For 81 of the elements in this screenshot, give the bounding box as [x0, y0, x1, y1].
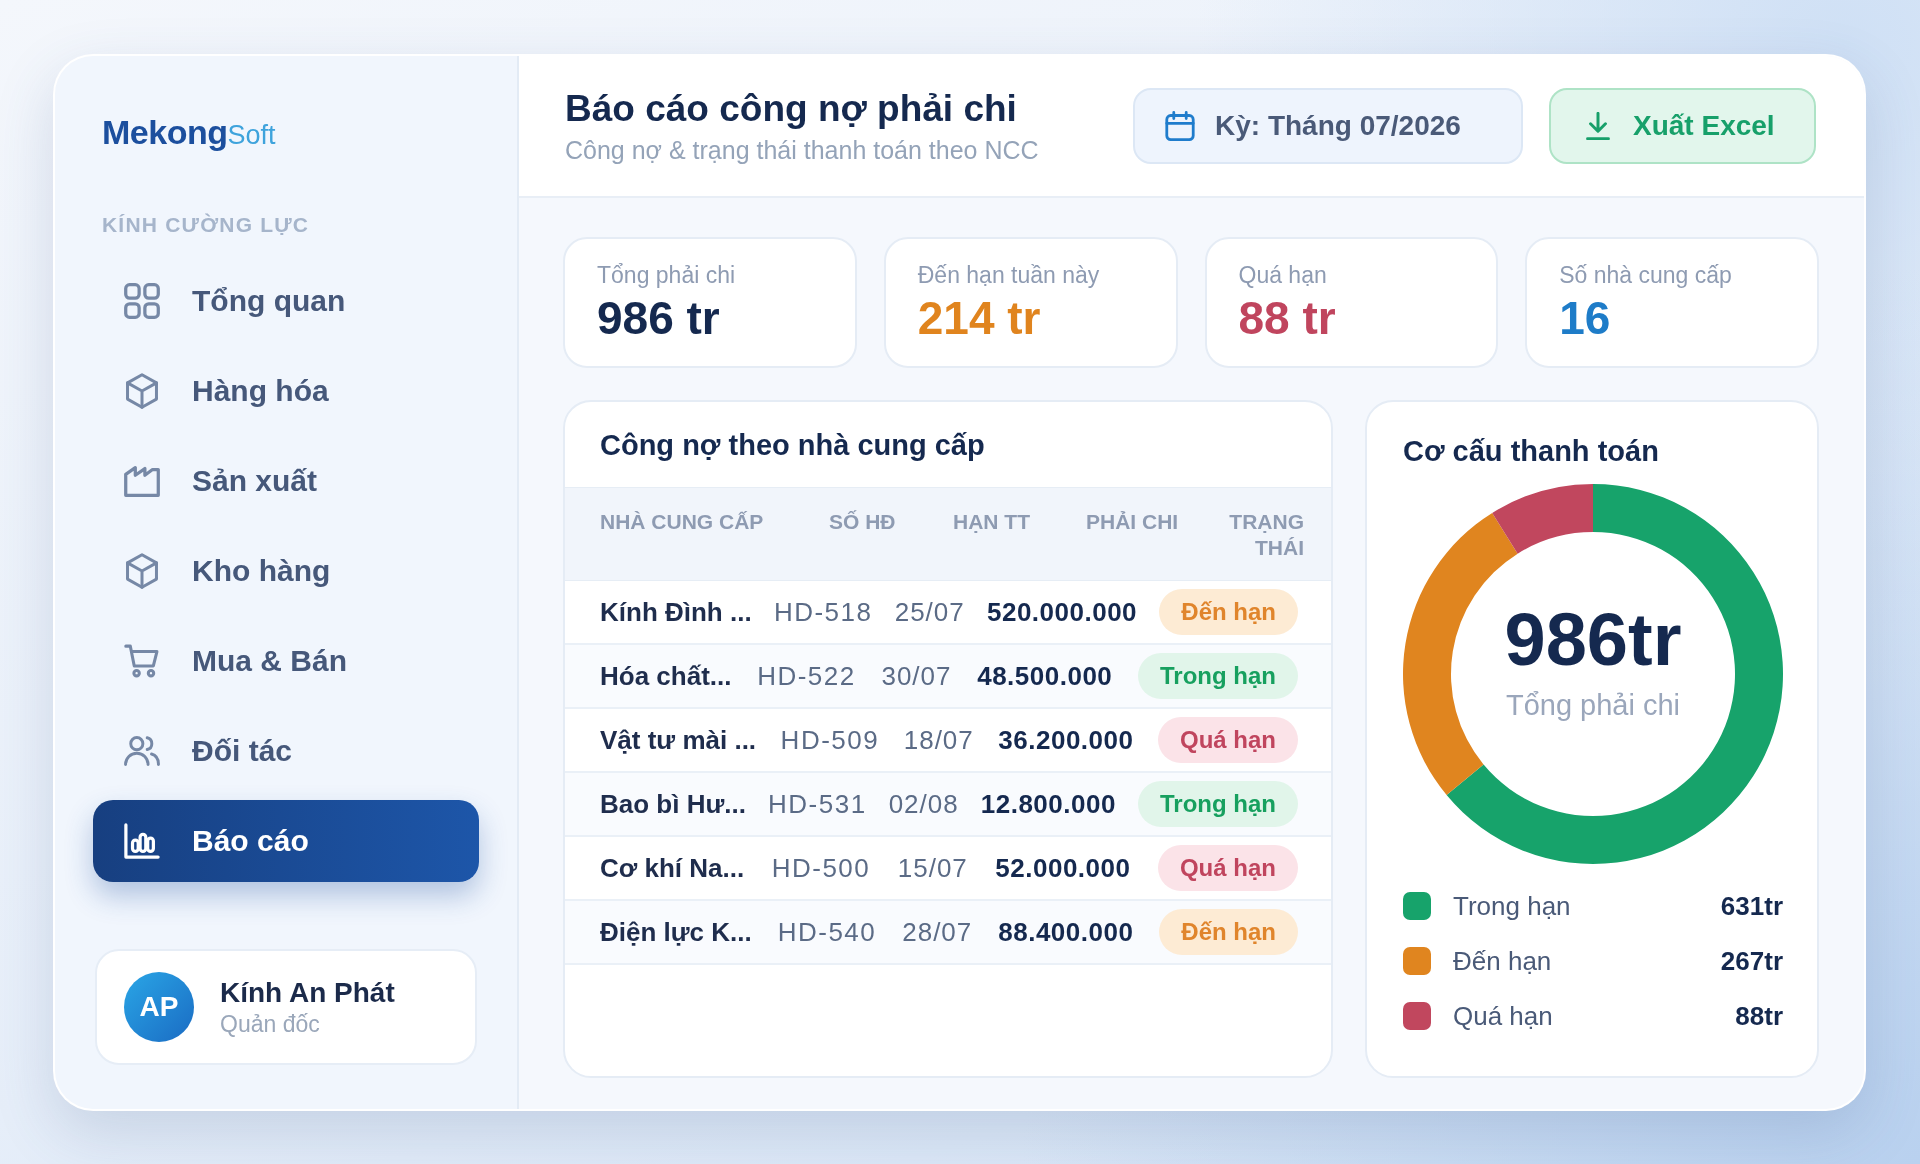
table-row[interactable]: Bao bì Hư... HD-531 02/08 12.800.000 Trong hạn — [565, 773, 1331, 837]
amount-value: 12.800.000 — [980, 788, 1116, 820]
kpi-value: 88 tr — [1238, 292, 1336, 344]
invoice-number: HD-540 — [777, 916, 877, 948]
kpi-value: 986 tr — [597, 292, 720, 344]
cube-icon — [124, 553, 160, 589]
supplier-name: Bao bì Hư... — [600, 788, 746, 820]
supplier-name: Điện lực K... — [600, 916, 752, 948]
kpi-label: Đến hạn tuần này — [917, 261, 1100, 289]
avatar: AP — [124, 972, 194, 1042]
legend-label: Đến hạn — [1453, 945, 1553, 977]
panel-title: Công nợ theo nhà cung cấp — [600, 427, 985, 463]
status-badge: Trong hạn — [1138, 653, 1298, 699]
kpi-label: Quá hạn — [1238, 261, 1327, 289]
user-role: Quản đốc — [220, 1010, 320, 1038]
status-badge: Quá hạn — [1157, 845, 1298, 891]
status-badge: Đến hạn — [1159, 589, 1298, 635]
table-row[interactable]: Điện lực K... HD-540 28/07 88.400.000 Đến hạn — [565, 901, 1331, 965]
calendar-icon — [1165, 111, 1195, 141]
invoice-number: HD-518 — [773, 596, 873, 628]
amount-value: 48.500.000 — [977, 660, 1113, 692]
sidebar-item[interactable]: Sản xuất — [93, 440, 479, 522]
amount-value: 52.000.000 — [995, 852, 1131, 884]
user-name: Kính An Phát — [220, 976, 395, 1010]
column-header: TRẠNG THÁI — [1228, 509, 1304, 561]
due-date: 02/08 — [888, 788, 959, 820]
status-badge: Quá hạn — [1157, 717, 1298, 763]
kpi-label: Tổng phải chi — [597, 261, 736, 289]
status-badge: Đến hạn — [1159, 909, 1298, 955]
column-header: PHẢI CHI — [1086, 509, 1179, 535]
donut-total-value: 986tr — [1504, 602, 1682, 678]
user-card[interactable]: AP Kính An Phát Quản đốc — [95, 949, 477, 1065]
factory-icon — [124, 463, 160, 499]
section-label: KÍNH CƯỜNG LỰC — [101, 212, 310, 238]
kpi-label: Số nhà cung cấp — [1559, 261, 1732, 289]
kpi-value: 16 — [1559, 292, 1611, 344]
invoice-number: HD-500 — [771, 852, 871, 884]
column-header: NHÀ CUNG CẤP — [600, 509, 764, 535]
users-icon — [124, 733, 160, 769]
column-header: SỐ HĐ — [829, 509, 896, 535]
invoice-number: HD-531 — [768, 788, 867, 820]
supplier-name: Vật tư mài ... — [600, 724, 757, 756]
due-date: 30/07 — [881, 660, 952, 692]
supplier-name: Cơ khí Na... — [600, 852, 745, 884]
logo: MekongSoft — [101, 113, 276, 153]
donut-total-label: Tổng phải chi — [1505, 688, 1681, 722]
status-badge: Trong hạn — [1137, 781, 1298, 827]
download-icon — [1585, 112, 1611, 140]
supplier-name: Hóa chất... — [600, 660, 732, 692]
amount-value: 520.000.000 — [987, 596, 1138, 628]
sidebar-item[interactable]: Hàng hóa — [93, 350, 479, 432]
legend-value: 631tr — [1720, 890, 1783, 922]
legend-value: 267tr — [1720, 945, 1783, 977]
legend-value: 88tr — [1735, 1000, 1783, 1032]
legend-label: Quá hạn — [1453, 1000, 1554, 1032]
due-date: 18/07 — [903, 724, 974, 756]
due-date: 25/07 — [894, 596, 965, 628]
amount-value: 88.400.000 — [998, 916, 1134, 948]
sidebar-item[interactable]: Mua & Bán — [93, 620, 479, 702]
legend-label: Trong hạn — [1453, 890, 1572, 922]
due-date: 28/07 — [902, 916, 973, 948]
invoice-number: HD-509 — [780, 724, 880, 756]
column-header: HẠN TT — [953, 509, 1030, 535]
sidebar-item[interactable]: Kho hàng — [93, 530, 479, 612]
supplier-name: Kính Đình ... — [600, 596, 752, 628]
sidebar-item[interactable]: Báo cáo — [93, 800, 479, 882]
kpi-value: 214 tr — [917, 292, 1041, 344]
cube-icon — [124, 373, 160, 409]
table-row[interactable]: Hóa chất... HD-522 30/07 48.500.000 Trong hạn — [565, 645, 1331, 709]
due-date: 15/07 — [897, 852, 968, 884]
amount-value: 36.200.000 — [998, 724, 1134, 756]
cart-icon — [124, 643, 160, 679]
period-button[interactable]: Kỳ: Tháng 07/2026 — [1133, 88, 1523, 164]
page-subtitle: Công nợ & trạng thái thanh toán theo NCC — [565, 135, 1039, 165]
panel-title: Cơ cấu thanh toán — [1403, 434, 1659, 469]
invoice-number: HD-522 — [757, 660, 856, 692]
sidebar-item[interactable]: Đối tác — [93, 710, 479, 792]
sidebar-item[interactable]: Tổng quan — [93, 260, 479, 342]
page-title: Báo cáo công nợ phải chi — [565, 87, 1017, 131]
grid-icon — [124, 283, 160, 319]
bar-chart-icon — [124, 823, 160, 859]
